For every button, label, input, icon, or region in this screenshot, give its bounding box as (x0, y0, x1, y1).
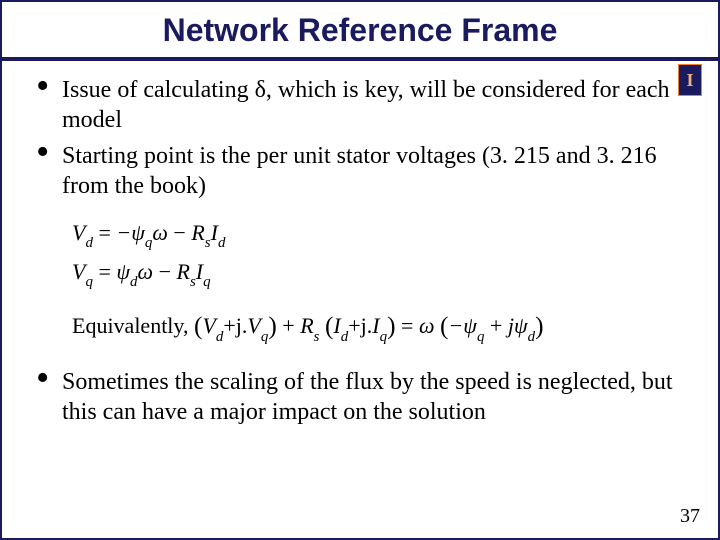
bullet-item: Issue of calculating δ, which is key, wi… (40, 75, 684, 135)
eq: = (98, 220, 116, 245)
eq: = (98, 259, 116, 284)
sym: ω (138, 259, 154, 284)
sub: d (85, 235, 92, 251)
sym: R (191, 220, 204, 245)
equation-vq: Vq = ψdω − RsIq (72, 254, 718, 293)
paren: ) (268, 312, 276, 340)
sub: d (341, 329, 348, 345)
equation-equiv: Equivalently, (Vd+j.Vq) + Rs (Id+j.Iq) =… (72, 305, 718, 347)
sym: ω (419, 313, 435, 338)
sym: V (247, 313, 260, 338)
paren: ( (194, 312, 202, 340)
op: + (282, 313, 300, 338)
op: = (401, 313, 413, 338)
sym: I (196, 259, 203, 284)
sub: q (477, 329, 484, 345)
sub: q (145, 235, 152, 251)
sym: −ψ (448, 313, 477, 338)
sym: R (300, 313, 313, 338)
sub: d (130, 274, 137, 290)
op: +j. (223, 313, 247, 338)
sub: q (203, 274, 210, 290)
bullet-item: Starting point is the per unit stator vo… (40, 141, 684, 201)
sub: d (216, 329, 223, 345)
sub: q (380, 329, 387, 345)
equation-block: Vd = −ψqω − RsId Vq = ψdω − RsIq Equival… (72, 215, 718, 347)
op: + (490, 313, 508, 338)
op: − (159, 259, 177, 284)
page-title: Network Reference Frame (2, 12, 718, 49)
sym: V (202, 313, 215, 338)
slide: Network Reference Frame I Issue of calcu… (0, 0, 720, 540)
op: +j. (348, 313, 372, 338)
sym: ψ (514, 313, 528, 338)
sub: s (314, 329, 320, 345)
paren: ( (440, 312, 448, 340)
sub: s (190, 274, 196, 290)
page-number: 37 (680, 505, 700, 528)
sub: d (528, 329, 535, 345)
logo-letter: I (686, 70, 693, 91)
sub: q (85, 274, 92, 290)
sym: I (211, 220, 218, 245)
sub: d (218, 235, 225, 251)
sym: ψ (116, 259, 130, 284)
paren: ( (325, 312, 333, 340)
bullet-list-bottom: Sometimes the scaling of the flux by the… (2, 367, 718, 427)
sym: ω (152, 220, 168, 245)
paren: ) (387, 312, 395, 340)
bullet-item: Sometimes the scaling of the flux by the… (40, 367, 684, 427)
title-rule (2, 57, 718, 61)
sym: V (72, 220, 85, 245)
sym: R (176, 259, 189, 284)
paren: ) (535, 312, 543, 340)
sym: −ψ (116, 220, 145, 245)
label: Equivalently, (72, 313, 194, 338)
sub: s (205, 235, 211, 251)
equation-vd: Vd = −ψqω − RsId (72, 215, 718, 254)
sym: I (333, 313, 340, 338)
op: − (173, 220, 191, 245)
sym: V (72, 259, 85, 284)
sym: I (372, 313, 379, 338)
bullet-list-top: Issue of calculating δ, which is key, wi… (2, 75, 718, 201)
